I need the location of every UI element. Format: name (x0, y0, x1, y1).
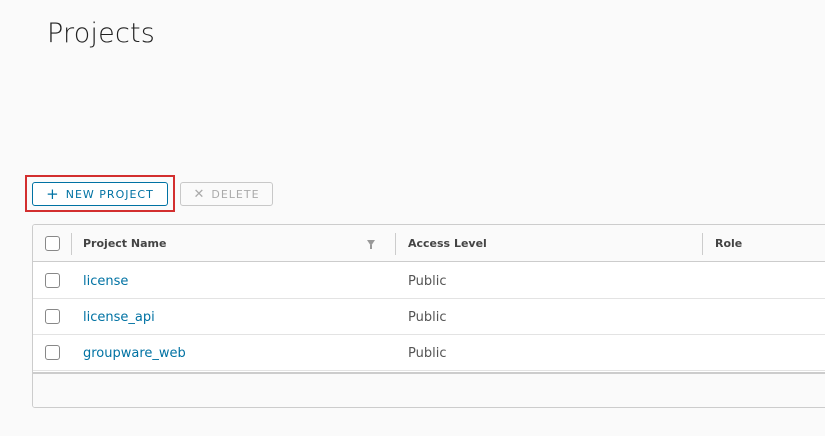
delete-button[interactable]: ✕ DELETE (180, 182, 273, 206)
datagrid-header: Project Name Access Level Role (33, 225, 825, 262)
plus-icon: + (46, 184, 60, 203)
access-level-cell: Public (408, 345, 447, 361)
column-header-role[interactable]: Role (715, 225, 742, 262)
close-icon: ✕ (193, 186, 206, 202)
new-project-button[interactable]: + NEW PROJECT (32, 182, 168, 206)
projects-datagrid: Project Name Access Level Role license P… (32, 224, 825, 408)
column-separator (395, 233, 396, 255)
column-header-access-level[interactable]: Access Level (408, 225, 487, 262)
table-row: groupware_web Public (33, 335, 825, 371)
project-name-link[interactable]: license (83, 263, 128, 299)
access-level-cell: Public (408, 273, 447, 289)
delete-label: DELETE (211, 187, 260, 201)
projects-page: Projects + NEW PROJECT ✕ DELETE Project … (0, 0, 825, 436)
datagrid-footer (33, 372, 825, 407)
project-name-link[interactable]: license_api (83, 299, 155, 335)
access-level-cell: Public (408, 309, 447, 325)
column-separator (71, 233, 72, 255)
new-project-label: NEW PROJECT (65, 187, 154, 201)
table-row: license Public (33, 263, 825, 299)
filter-icon[interactable] (367, 240, 375, 249)
row-checkbox[interactable] (45, 309, 60, 324)
table-row: license_api Public (33, 299, 825, 335)
column-header-project-name[interactable]: Project Name (83, 225, 166, 262)
column-separator (702, 233, 703, 255)
row-checkbox[interactable] (45, 345, 60, 360)
row-checkbox[interactable] (45, 273, 60, 288)
project-name-link[interactable]: groupware_web (83, 335, 186, 371)
page-title: Projects (47, 18, 156, 49)
select-all-checkbox[interactable] (45, 236, 60, 251)
